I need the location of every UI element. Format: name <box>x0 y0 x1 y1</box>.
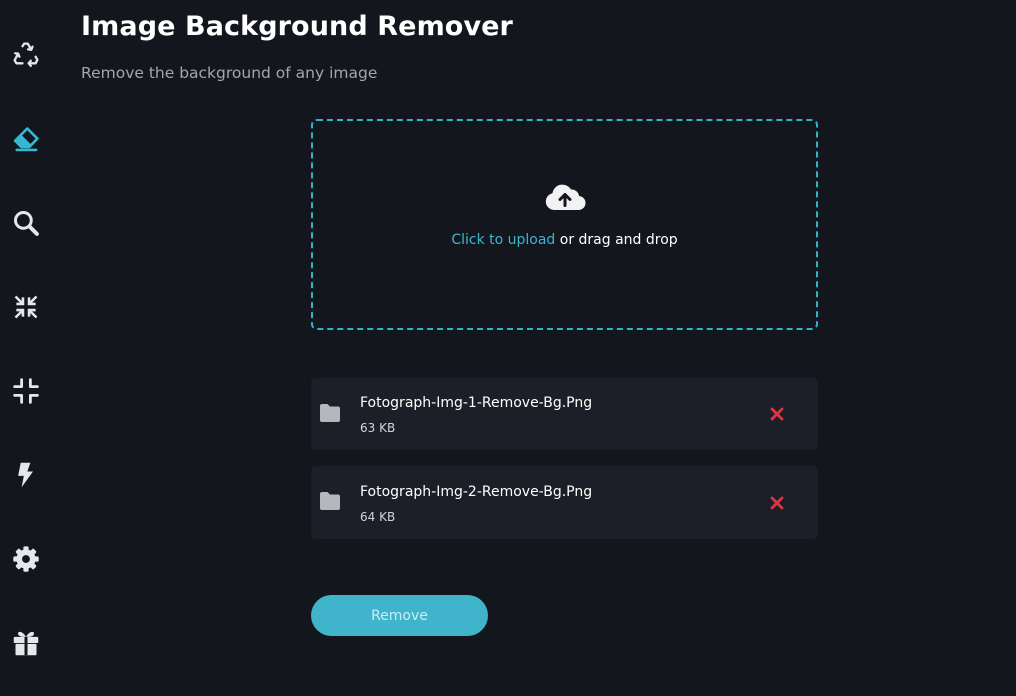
upload-instructions: Click to upload or drag and drop <box>313 232 816 248</box>
sidebar-item-recycle[interactable] <box>10 39 42 71</box>
folder-icon <box>320 404 340 422</box>
sidebar-item-compress[interactable] <box>10 291 42 323</box>
file-size: 64 KB <box>360 510 396 524</box>
gear-icon <box>13 546 39 572</box>
cloud-upload-icon <box>545 184 586 211</box>
file-name: Fotograph-Img-1-Remove-Bg.Png <box>360 395 593 411</box>
page-subtitle: Remove the background of any image <box>81 64 378 82</box>
gift-icon <box>13 631 39 656</box>
sidebar-item-gift[interactable] <box>10 627 42 659</box>
eraser-icon <box>13 127 39 152</box>
file-list-item: Fotograph-Img-2-Remove-Bg.Png 64 KB <box>311 466 818 539</box>
page-title: Image Background Remover <box>81 11 513 42</box>
file-size: 63 KB <box>360 421 396 435</box>
bolt-icon <box>18 462 33 488</box>
drag-and-drop-text: or drag and drop <box>555 232 678 248</box>
file-list-item: Fotograph-Img-1-Remove-Bg.Png 63 KB <box>311 378 818 450</box>
minimize-icon <box>13 378 39 404</box>
sidebar-item-search[interactable] <box>10 207 42 239</box>
file-name: Fotograph-Img-2-Remove-Bg.Png <box>360 484 593 500</box>
upload-dropzone[interactable]: Click to upload or drag and drop <box>311 119 818 330</box>
sidebar-item-bolt[interactable] <box>10 459 42 491</box>
sidebar-item-eraser[interactable] <box>10 123 42 155</box>
search-icon <box>14 211 39 236</box>
remove-file-close-icon[interactable] <box>769 495 785 511</box>
sidebar-item-settings[interactable] <box>10 543 42 575</box>
sidebar <box>0 0 52 696</box>
remove-button[interactable]: Remove <box>311 595 488 636</box>
click-to-upload-link[interactable]: Click to upload <box>451 232 555 248</box>
folder-icon <box>320 492 340 510</box>
sidebar-item-minimize[interactable] <box>10 375 42 407</box>
compress-icon <box>14 295 38 319</box>
recycle-icon <box>13 42 39 68</box>
remove-file-close-icon[interactable] <box>769 406 785 422</box>
